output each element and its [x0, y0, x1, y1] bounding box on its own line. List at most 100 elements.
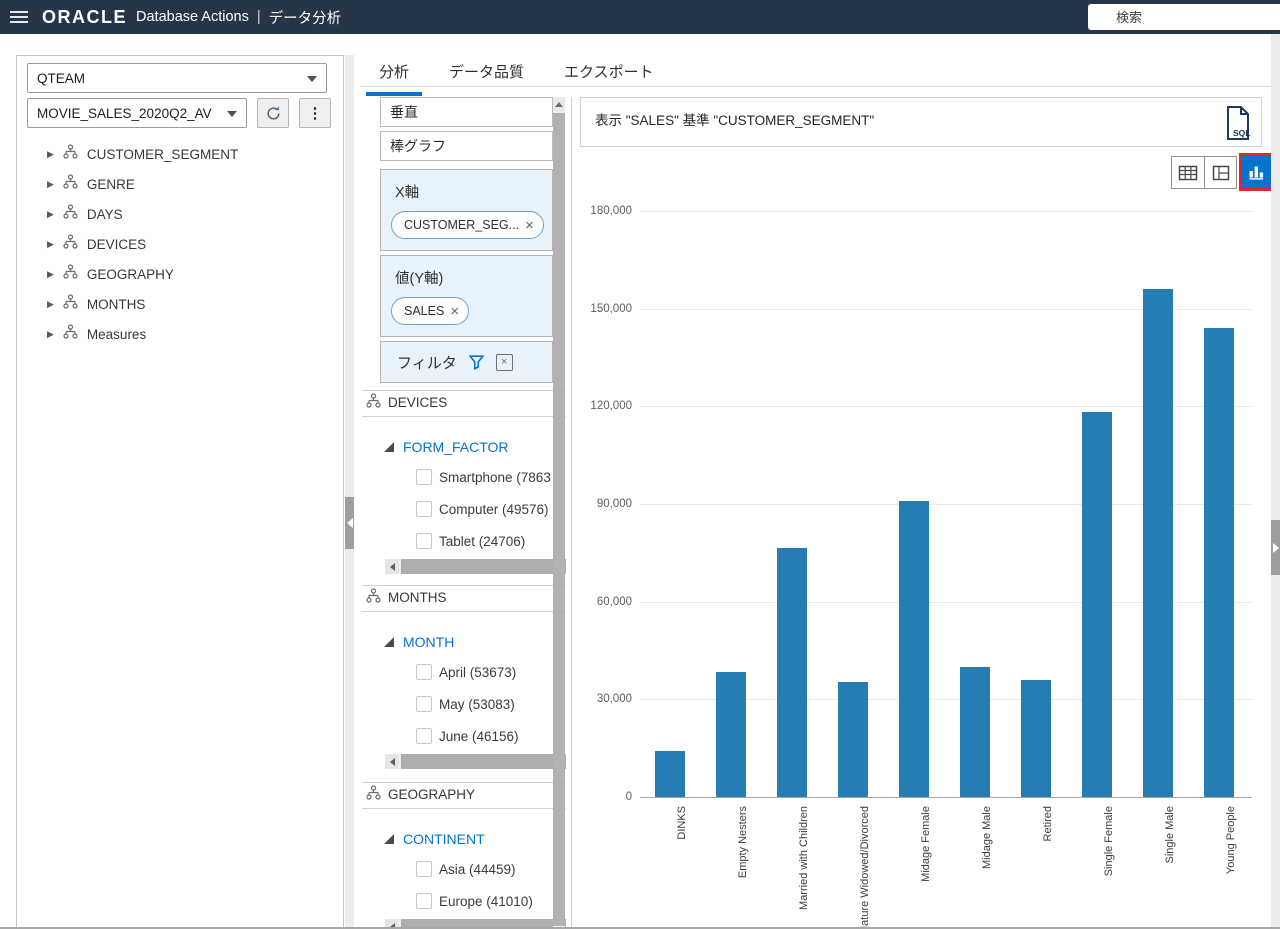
filter-funnel-icon[interactable] [469, 355, 484, 370]
analytic-view-select-value: MOVIE_SALES_2020Q2_AV [37, 106, 212, 121]
section-divider [362, 808, 566, 809]
checkbox[interactable] [416, 469, 432, 485]
tree-item-genre[interactable]: ▶ GENRE [17, 169, 343, 199]
tree-item-geography[interactable]: ▶GEOGRAPHY [17, 259, 343, 289]
horizontal-scrollbar[interactable] [385, 754, 566, 769]
left-splitter-collapse-handle[interactable] [345, 497, 354, 549]
scrollbar-thumb[interactable] [553, 113, 565, 926]
checkbox[interactable] [416, 501, 432, 517]
filter-checkbox-item: April (53673) [416, 664, 516, 680]
chevron-down-icon [227, 111, 237, 117]
filter-dropzone[interactable]: フィルタ × [380, 341, 553, 383]
x-axis-chip[interactable]: CUSTOMER_SEG... × [391, 211, 544, 239]
expand-arrow-icon[interactable]: ▶ [47, 299, 54, 310]
chart-bar[interactable] [655, 751, 685, 797]
hierarchy-icon [63, 264, 78, 284]
schema-select[interactable]: QTEAM [27, 63, 327, 93]
category-label: Midage Male [981, 806, 993, 869]
tab-bar-divider [360, 86, 1280, 87]
view-chart-button[interactable] [1242, 156, 1272, 188]
section-header-label: MONTHS [388, 590, 447, 605]
right-splitter-expand-handle[interactable] [1271, 520, 1280, 575]
tree-item-devices[interactable]: ▶DEVICES [17, 229, 343, 259]
sql-document-icon[interactable]: SQL [1225, 105, 1251, 146]
chart-bar[interactable] [1021, 680, 1051, 797]
search-input[interactable] [1088, 4, 1280, 30]
chart-bar[interactable] [899, 501, 929, 797]
data-sources-panel: QTEAM MOVIE_SALES_2020Q2_AV ⋮ ▶CUSTOMER_… [16, 55, 344, 929]
tab-analysis[interactable]: 分析 [366, 57, 422, 96]
scrollbar-left-button[interactable] [385, 754, 399, 769]
expand-arrow-icon[interactable]: ▶ [47, 149, 54, 160]
filter-checkbox-item: Smartphone (7863 [416, 469, 551, 485]
checkbox[interactable] [416, 696, 432, 712]
tree-item-measures[interactable]: ▶Measures [17, 319, 343, 349]
y-tick-label: 90,000 [578, 498, 632, 510]
refresh-button[interactable] [257, 98, 289, 128]
chart-bar[interactable] [1082, 412, 1112, 798]
expand-arrow-icon[interactable]: ▶ [47, 239, 54, 250]
left-splitter[interactable] [345, 55, 354, 929]
expand-arrow-icon[interactable]: ▶ [47, 209, 54, 220]
chart-type-select[interactable]: 棒グラフ [380, 131, 553, 161]
y-tick-label: 0 [578, 791, 632, 803]
chip-close-icon[interactable]: × [525, 218, 534, 233]
chip-close-icon[interactable]: × [450, 304, 459, 319]
expand-arrow-icon[interactable]: ▶ [47, 329, 54, 340]
x-axis-dropzone[interactable]: X軸 CUSTOMER_SEG... × [380, 169, 553, 251]
category-label: Mature Widowed/Divorced [859, 806, 871, 929]
section-header-geography: GEOGRAPHY [366, 785, 475, 803]
y-axis-chip[interactable]: SALES × [391, 297, 469, 325]
scrollbar-up-button[interactable] [553, 97, 565, 111]
category-label: DINKS [676, 806, 688, 840]
hierarchy-icon [63, 294, 78, 314]
horizontal-scrollbar[interactable] [385, 559, 566, 574]
group-form_factor[interactable]: FORM_FACTOR [384, 439, 509, 455]
analytic-view-select[interactable]: MOVIE_SALES_2020Q2_AV [27, 98, 247, 128]
checkbox-label: Asia (44459) [439, 862, 516, 877]
clear-filter-icon[interactable]: × [496, 354, 513, 371]
tree-item-days[interactable]: ▶DAYS [17, 199, 343, 229]
builder-scrollbar[interactable] [553, 97, 565, 929]
checkbox[interactable] [416, 861, 432, 877]
chart-bar[interactable] [1143, 289, 1173, 798]
checkbox[interactable] [416, 533, 432, 549]
section-header-label: DEVICES [388, 395, 447, 410]
arrow-left-icon [390, 758, 395, 766]
expand-arrow-icon[interactable]: ▶ [47, 179, 54, 190]
x-axis-baseline [640, 797, 1252, 798]
checkbox[interactable] [416, 893, 432, 909]
tree-item-customer_segment[interactable]: ▶CUSTOMER_SEGMENT [17, 139, 343, 169]
y-axis-dropzone[interactable]: 値(Y軸) SALES × [380, 255, 553, 337]
tree-item-months[interactable]: ▶MONTHS [17, 289, 343, 319]
chart-bar[interactable] [838, 682, 868, 797]
hierarchy-icon [366, 588, 381, 606]
checkbox[interactable] [416, 728, 432, 744]
chart-bar[interactable] [777, 548, 807, 797]
tab-data-quality[interactable]: データ品質 [436, 57, 537, 96]
expand-arrow-icon[interactable]: ▶ [47, 269, 54, 280]
orientation-select[interactable]: 垂直 [380, 97, 553, 127]
tab-export[interactable]: エクスポート [551, 57, 667, 96]
scrollbar-left-button[interactable] [385, 559, 399, 574]
hierarchy-icon [63, 144, 78, 164]
tree-item-label: GENRE [87, 177, 135, 192]
view-table-button[interactable] [1171, 156, 1205, 189]
scrollbar-thumb[interactable] [401, 754, 566, 769]
right-splitter[interactable] [1271, 34, 1280, 929]
chart-bar[interactable] [960, 667, 990, 797]
checkbox[interactable] [416, 664, 432, 680]
arrow-left-icon [390, 563, 395, 571]
gridline [640, 211, 1252, 212]
scrollbar-thumb[interactable] [401, 559, 566, 574]
kebab-menu-button[interactable]: ⋮ [299, 98, 331, 128]
hamburger-menu-icon[interactable] [10, 11, 28, 24]
group-continent[interactable]: CONTINENT [384, 831, 485, 847]
chart-bar[interactable] [1204, 328, 1234, 797]
category-label: Single Male [1164, 806, 1176, 863]
view-pivot-button[interactable] [1204, 156, 1237, 189]
chart-bar[interactable] [716, 672, 746, 797]
group-month[interactable]: MONTH [384, 634, 454, 650]
filter-checkbox-item: Europe (41010) [416, 893, 533, 909]
checkbox-label: Tablet (24706) [439, 534, 525, 549]
